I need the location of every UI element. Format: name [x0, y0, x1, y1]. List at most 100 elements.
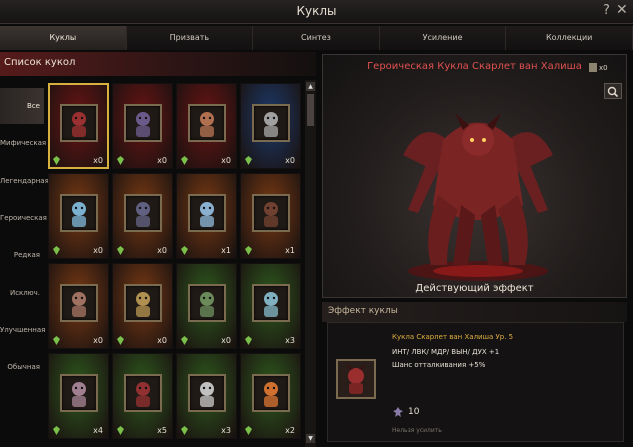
dwarf-doll-icon [72, 292, 86, 317]
green-gem-icon [181, 246, 188, 255]
doll-card[interactable]: x0 [48, 263, 109, 349]
green-gem-icon [53, 156, 60, 165]
green-gem-icon [117, 156, 124, 165]
ghoul-doll-icon [200, 382, 214, 407]
main-tabs: Куклы Призвать Синтез Усиление Коллекции [0, 26, 633, 50]
close-icon[interactable]: ✕ [616, 2, 628, 18]
doll-card[interactable]: x0 [112, 263, 173, 349]
green-gem-icon [245, 246, 252, 255]
doll-list-title: Список кукол [4, 57, 76, 68]
doll-count: x0 [93, 246, 103, 255]
imp-doll-icon [347, 364, 365, 394]
goblin-doll-icon [136, 382, 150, 407]
green-gem-icon [53, 246, 60, 255]
doll-card[interactable]: x0 [176, 263, 237, 349]
doll-list-header: Список кукол [0, 52, 316, 76]
doll-count: x5 [157, 426, 167, 435]
doll-portrait [188, 284, 226, 322]
doll-card[interactable]: x2 [240, 353, 301, 439]
tab-dolls[interactable]: Куклы [0, 26, 127, 50]
doll-count: x4 [93, 426, 103, 435]
doll-portrait [124, 374, 162, 412]
scroll-up-icon[interactable]: ▲ [306, 82, 315, 91]
doll-count: x0 [221, 156, 231, 165]
doll-card[interactable]: x3 [240, 263, 301, 349]
doll-card[interactable]: x0 [112, 83, 173, 169]
tab-summon[interactable]: Призвать [126, 26, 254, 50]
dark-knight-doll-icon [136, 202, 150, 227]
doll-card[interactable]: x1 [176, 173, 237, 259]
green-gem-icon [245, 336, 252, 345]
doll-card[interactable]: x0 [112, 173, 173, 259]
scrollbar-thumb[interactable] [307, 94, 314, 126]
doll-portrait [124, 194, 162, 232]
doll-count: x0 [93, 336, 103, 345]
doll-card-grid: x0 x0 x0 x0 x0 x0 x1 x1 x0 x0 x0 x3 x4 x5 x3 x2 [44, 80, 302, 447]
doll-count: x0 [157, 156, 167, 165]
doll-portrait [252, 104, 290, 142]
doll-portrait [188, 194, 226, 232]
category-legendary[interactable]: Легендарная [0, 163, 49, 199]
help-icon[interactable]: ? [603, 3, 610, 18]
lion-doll-icon [136, 292, 150, 317]
category-heroic[interactable]: Героическая [0, 200, 47, 236]
doll-count: x0 [157, 246, 167, 255]
category-mythic[interactable]: Мифическая [0, 125, 46, 161]
tab-collections[interactable]: Коллекции [506, 26, 633, 50]
category-improved[interactable]: Улучшенная [0, 312, 45, 348]
doll-portrait [252, 374, 290, 412]
doll-list-scrollbar[interactable]: ▲ ▼ [305, 80, 316, 447]
enhance-points-value: 10 [408, 407, 420, 417]
doll-portrait [60, 284, 98, 322]
doll-owned-count: x0 [599, 64, 608, 72]
window-title-bar: Куклы ? ✕ [0, 0, 633, 24]
card-count-icon [589, 63, 597, 72]
category-all[interactable]: Все [0, 88, 44, 124]
tab-synthesis[interactable]: Синтез [253, 26, 380, 50]
green-gem-icon [53, 336, 60, 345]
effect-knockback-chance: Шанс отталкивания +5% [392, 361, 486, 369]
green-gem-icon [117, 426, 124, 435]
doll-count: x3 [221, 426, 231, 435]
doll-count: x0 [157, 336, 167, 345]
doll-card[interactable]: x4 [48, 353, 109, 439]
doll-card[interactable]: x0 [176, 83, 237, 169]
doll-card[interactable]: x0 [48, 83, 109, 169]
doll-card[interactable]: x1 [240, 173, 301, 259]
category-common[interactable]: Обычная [0, 349, 44, 385]
doll-portrait [60, 374, 98, 412]
effect-doll-name: Кукла Скарлет ван Халиша Ур. 5 [392, 333, 514, 341]
doll-card[interactable]: x5 [112, 353, 173, 439]
window-title: Куклы [296, 4, 337, 18]
doll-count: x0 [93, 156, 103, 165]
doll-card[interactable]: x3 [176, 353, 237, 439]
toad-doll-icon [200, 292, 214, 317]
active-effect-label: Действующий эффект [415, 283, 534, 294]
doll-count: x1 [221, 246, 231, 255]
doll-portrait [60, 194, 98, 232]
green-gem-icon [117, 336, 124, 345]
category-rare[interactable]: Редкая [0, 237, 44, 273]
yeti-doll-icon [264, 292, 278, 317]
zoom-button[interactable] [604, 83, 622, 99]
skeleton-doll-icon [72, 382, 86, 407]
effect-section-title: Эффект куклы [328, 306, 398, 316]
fire-spirit-doll-icon [264, 382, 278, 407]
doll-preview-name: Героическая Кукла Скарлет ван Халиша [367, 61, 582, 72]
scroll-down-icon[interactable]: ▼ [306, 434, 315, 443]
doll-count: x0 [285, 156, 295, 165]
doll-portrait [252, 194, 290, 232]
doll-portrait [124, 104, 162, 142]
enhance-points-icon [393, 407, 403, 417]
magnifier-icon [607, 86, 619, 98]
doll-card[interactable]: x0 [240, 83, 301, 169]
green-gem-icon [117, 246, 124, 255]
doll-portrait [124, 284, 162, 322]
warrior-doll-icon [200, 112, 214, 137]
category-exclusive[interactable]: Исключ. [0, 275, 44, 311]
sorceress-doll-icon [136, 112, 150, 137]
tab-enhance[interactable]: Усиление [379, 26, 507, 50]
doll-preview-panel: Героическая Кукла Скарлет ван Халиша x0 … [322, 54, 627, 298]
green-gem-icon [181, 156, 188, 165]
doll-card[interactable]: x0 [48, 173, 109, 259]
